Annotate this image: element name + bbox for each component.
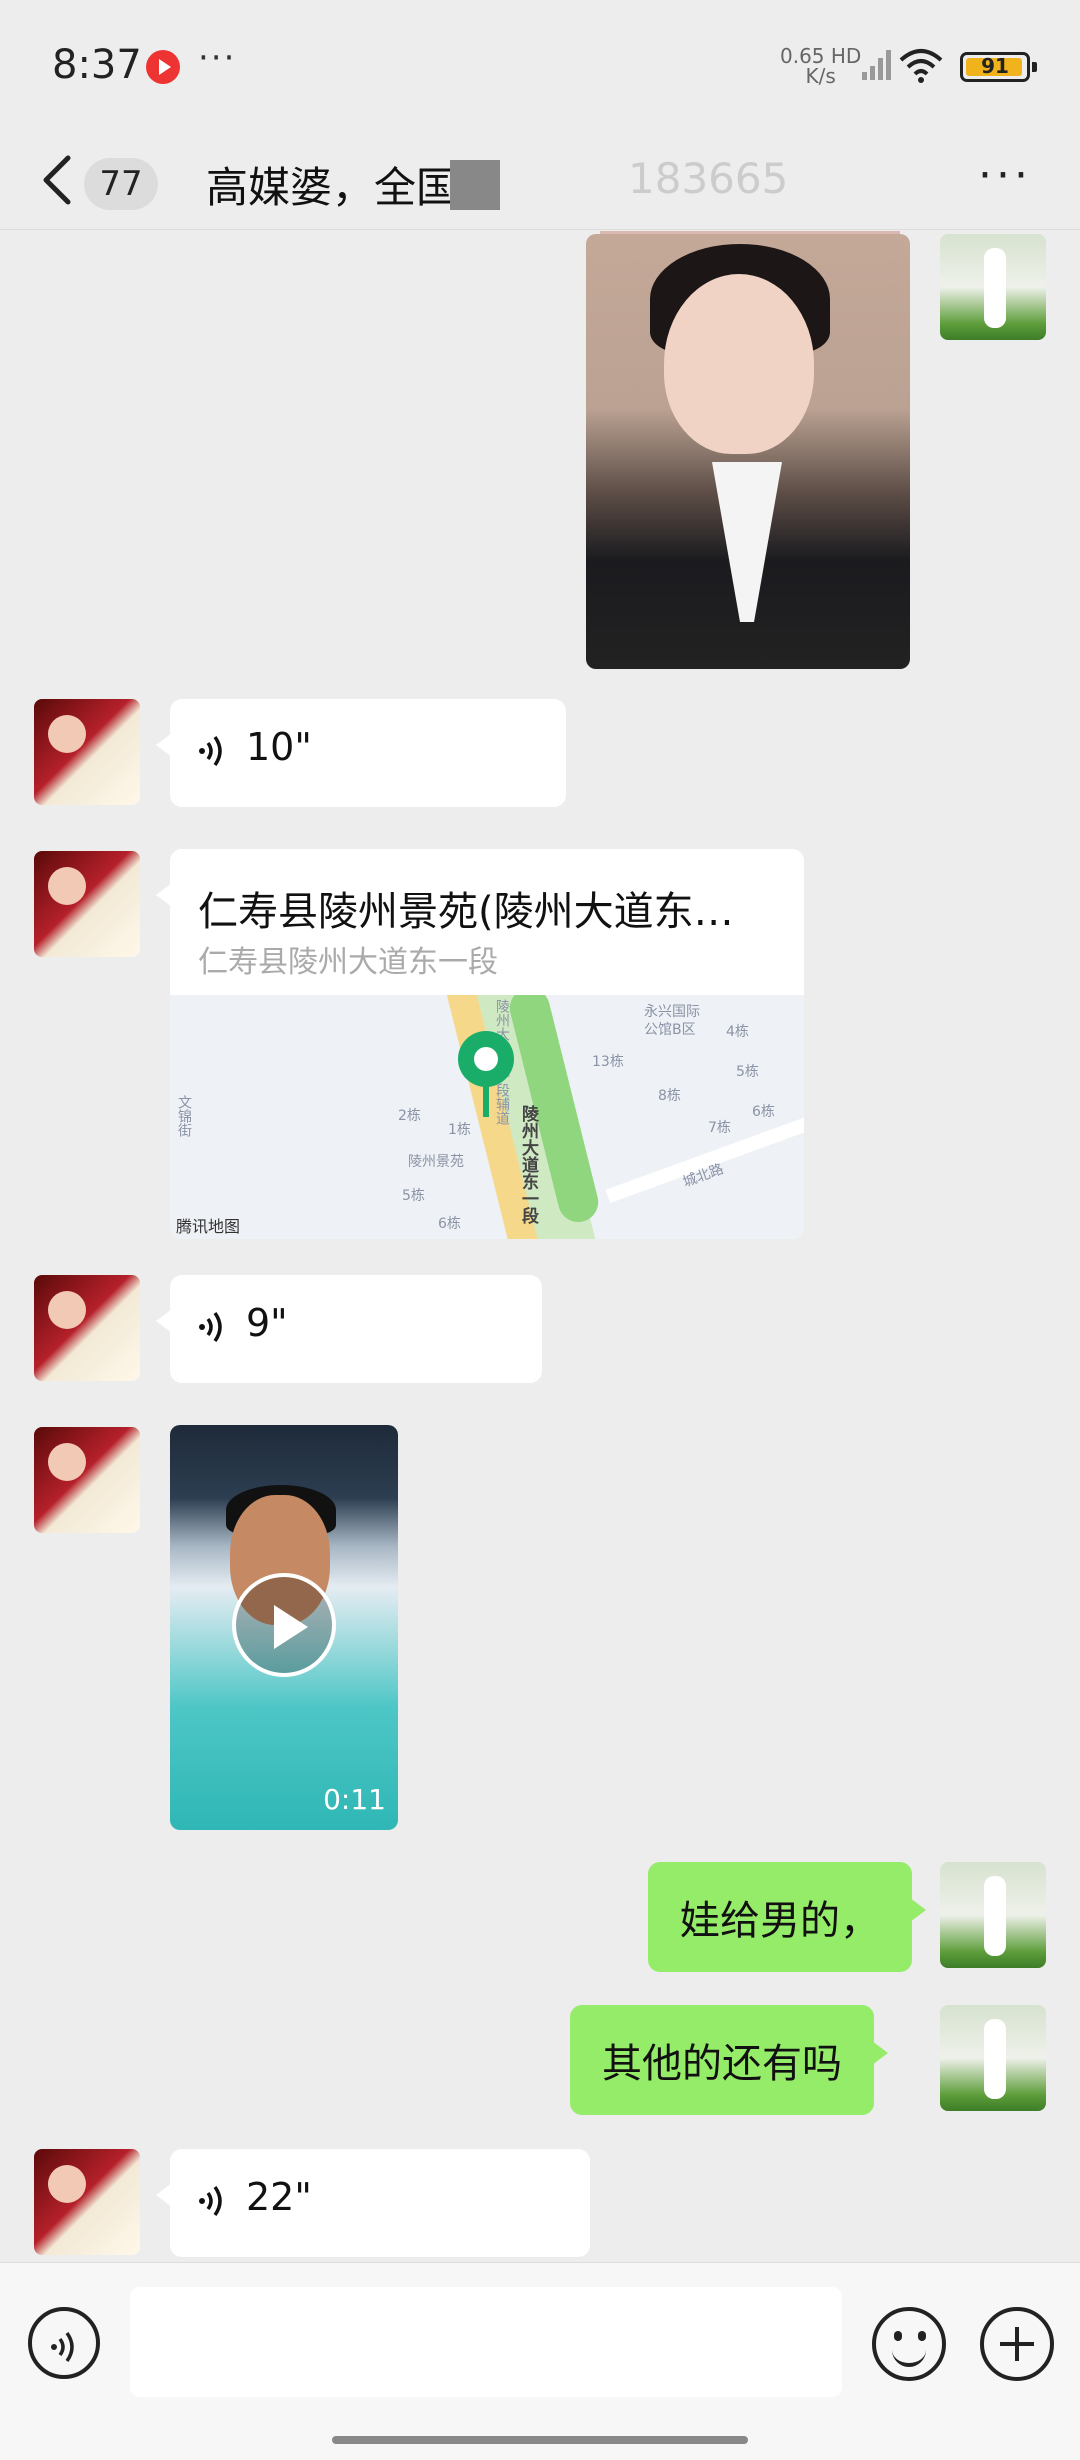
contact-avatar[interactable] [34,1427,140,1533]
voice-message[interactable]: 10" [156,699,566,807]
plus-icon[interactable] [980,2307,1054,2381]
net-speed: 0.65 HD K/s [780,44,862,88]
map-label: 1栋 [448,1122,471,1138]
input-bar [0,2262,1080,2460]
home-indicator[interactable] [332,2436,748,2444]
map-label: 6栋 [438,1216,461,1232]
voice-message[interactable]: 9" [156,1275,542,1383]
map-label: 8栋 [658,1088,681,1104]
message-input[interactable] [130,2287,842,2397]
voice-message[interactable]: 22" [156,2149,590,2257]
map-label: 陵州大道东一段 [518,1105,538,1224]
redaction-block [450,160,500,210]
voice-duration: 22" [246,2175,312,2219]
location-address: 仁寿县陵州大道东一段 [198,945,498,980]
voice-wave-icon [199,2185,222,2217]
emoji-icon[interactable] [872,2307,946,2381]
voice-mode-button[interactable] [28,2307,100,2379]
status-bar: 8:37 ··· 0.65 HD K/s 91 [0,0,1080,130]
voice-duration: 10" [246,725,312,769]
map-label: 7栋 [708,1120,731,1136]
chat-messages[interactable]: 10" 仁寿县陵州景苑(陵州大道东… 仁寿县陵州大道东一段 永兴国际 公馆B区 … [0,231,1080,2261]
location-pin-icon [458,1031,514,1087]
video-duration: 0:11 [323,1783,386,1816]
map-label: 文锦街 [176,1095,192,1137]
unread-count-badge[interactable]: 77 [84,158,158,210]
voice-wave-icon [199,735,222,767]
contact-avatar[interactable] [34,2149,140,2255]
voice-wave-icon [199,1311,222,1343]
map-label: 13栋 [592,1054,624,1070]
map-label: 4栋 [726,1024,749,1040]
video-message[interactable]: 0:11 [170,1425,398,1830]
chat-header: 77 高媒婆，全国 183665 ··· [0,130,1080,230]
map-credit: 腾讯地图 [176,1217,241,1236]
voice-mode-icon [51,2331,74,2363]
status-time: 8:37 [52,42,142,88]
voice-duration: 9" [246,1301,288,1345]
location-title: 仁寿县陵州景苑(陵州大道东… [198,889,734,935]
signal-icon [862,50,891,80]
map-label: 5栋 [402,1188,425,1204]
contact-avatar[interactable] [34,1275,140,1381]
battery-icon: 91 [960,52,1037,82]
text-message[interactable]: 娃给男的， [648,1862,926,1972]
contact-avatar[interactable] [34,851,140,957]
map-label: 5栋 [736,1064,759,1080]
text-message[interactable]: 其他的还有吗 [570,2005,888,2115]
contact-avatar[interactable] [34,699,140,805]
chevron-left-icon[interactable] [38,152,78,208]
map-label: 陵州景苑 [408,1154,464,1170]
my-avatar[interactable] [940,234,1046,340]
more-options-button[interactable]: ··· [978,150,1032,201]
image-message[interactable] [586,234,910,669]
play-icon[interactable] [232,1573,336,1677]
map-label: 6栋 [752,1104,775,1120]
more-status-icon: ··· [198,38,237,78]
map-label: 永兴国际 [644,1004,700,1020]
chat-title[interactable]: 高媒婆，全国 [206,154,458,215]
recording-icon [146,50,180,84]
my-avatar[interactable] [940,2005,1046,2111]
wifi-icon [899,49,943,83]
my-avatar[interactable] [940,1862,1046,1968]
location-message[interactable]: 仁寿县陵州景苑(陵州大道东… 仁寿县陵州大道东一段 永兴国际 公馆B区 4栋 1… [170,849,804,1239]
location-map[interactable]: 永兴国际 公馆B区 4栋 13栋 5栋 8栋 6栋 7栋 2栋 1栋 陵州景苑 … [170,995,804,1239]
map-label: 公馆B区 [644,1022,696,1038]
map-label: 2栋 [398,1108,421,1124]
chat-title-suffix: 183665 [628,154,789,203]
